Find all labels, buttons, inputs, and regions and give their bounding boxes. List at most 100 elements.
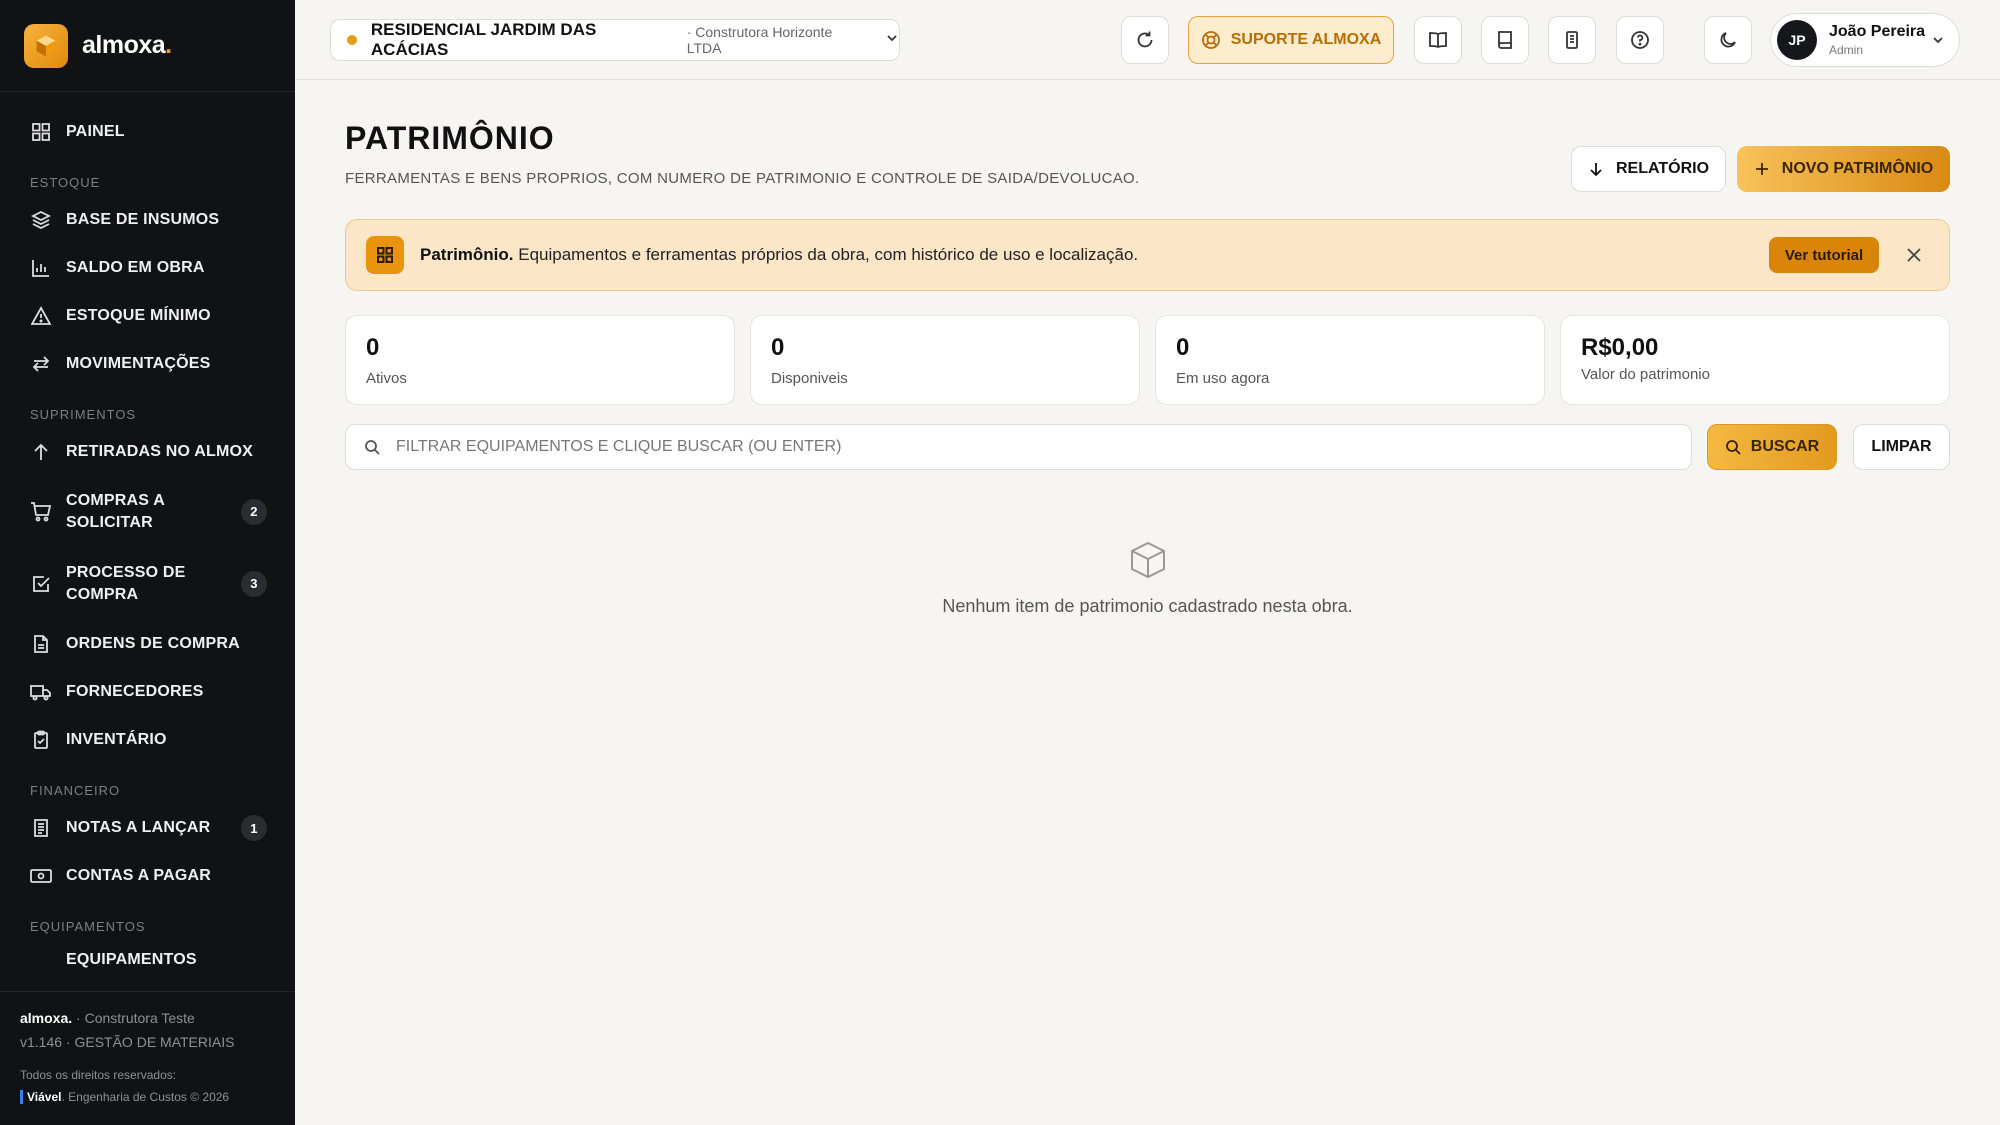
sidebar-item-contas-a-pagar[interactable]: CONTAS A PAGAR	[0, 852, 295, 900]
support-button[interactable]: SUPORTE ALMOXA	[1188, 16, 1394, 64]
search-icon	[1725, 439, 1741, 455]
count-badge: 3	[241, 571, 267, 597]
alert-triangle-icon	[30, 305, 52, 327]
arrows-icon	[30, 353, 52, 375]
banner-description: Equipamentos e ferramentas próprios da o…	[513, 245, 1139, 264]
book-icon	[1495, 30, 1515, 50]
stat-value: 0	[1176, 334, 1190, 361]
book-open-icon	[1428, 30, 1448, 50]
user-menu[interactable]: JP João Pereira Admin	[1770, 13, 1960, 67]
stat-label: Ativos	[366, 370, 407, 387]
search-input[interactable]	[396, 438, 1646, 456]
banner-title: Patrimônio.	[420, 245, 514, 264]
sidebar-item-ordens-de-compra[interactable]: ORDENS DE COMPRA	[0, 620, 295, 668]
book-open-button[interactable]	[1414, 16, 1462, 64]
close-icon[interactable]	[1905, 246, 1923, 264]
refresh-icon	[1135, 30, 1155, 50]
tool-icon	[30, 949, 52, 970]
truck-icon	[30, 681, 52, 703]
sidebar-item-label: INVENTÁRIO	[66, 731, 167, 748]
refresh-button[interactable]	[1121, 16, 1169, 64]
arrow-up-icon	[30, 441, 52, 463]
lifebuoy-icon	[1201, 30, 1221, 50]
box-icon	[345, 540, 1950, 580]
report-button[interactable]: RELATÓRIO	[1571, 146, 1726, 192]
new-asset-button[interactable]: NOVO PATRIMÔNIO	[1737, 146, 1950, 192]
status-dot	[347, 35, 357, 45]
cart-icon	[30, 501, 52, 523]
sidebar-item-estoque-minimo[interactable]: ESTOQUE MÍNIMO	[0, 292, 295, 340]
footer-version: v1.146 · GESTÃO DE MATERIAIS	[20, 1034, 235, 1050]
section-label-estoque: ESTOQUE	[30, 175, 101, 190]
search-button[interactable]: BUSCAR	[1707, 424, 1837, 470]
banknote-icon	[30, 865, 52, 887]
sidebar-item-label: ORDENS DE COMPRA	[66, 635, 240, 652]
footer-company: · Construtora Teste	[72, 1010, 195, 1026]
sidebar-footer: almoxa. · Construtora Teste v1.146 · GES…	[0, 991, 295, 1125]
sidebar-item-compras-a-solicitar[interactable]: COMPRAS A SOLICITAR 2	[0, 476, 295, 548]
layers-icon	[30, 209, 52, 231]
project-company: · Construtora Horizonte LTDA	[686, 24, 833, 56]
file-icon	[30, 633, 52, 655]
report-label: RELATÓRIO	[1615, 160, 1710, 177]
sidebar-item-saldo-em-obra[interactable]: SALDO EM OBRA	[0, 244, 295, 292]
footer-brand: almoxa.	[20, 1010, 73, 1026]
sidebar-item-label: ESTOQUE MÍNIMO	[66, 307, 211, 324]
sidebar: almoxa. PAINEL ESTOQUE BASE DE INSUMOS S…	[0, 0, 295, 1125]
logo[interactable]: almoxa.	[0, 0, 295, 92]
project-name: RESIDENCIAL JARDIM DAS ACÁCIAS	[370, 20, 597, 59]
sidebar-item-notas-a-lancar[interactable]: NOTAS A LANÇAR 1	[0, 804, 295, 852]
user-name: João Pereira	[1829, 23, 1926, 40]
sidebar-item-inventario[interactable]: INVENTÁRIO	[0, 716, 295, 764]
user-role: Admin	[1829, 43, 1864, 57]
sidebar-item-painel[interactable]: PAINEL	[0, 108, 295, 156]
footer-dev-text: . Engenharia de Custos © 2026	[61, 1090, 230, 1104]
section-label-financeiro: FINANCEIRO	[30, 783, 121, 798]
sidebar-item-processo-de-compra[interactable]: PROCESSO DE COMPRA 3	[0, 548, 295, 620]
project-selector[interactable]: RESIDENCIAL JARDIM DAS ACÁCIAS · Constru…	[330, 19, 900, 61]
section-label-suprimentos: SUPRIMENTOS	[30, 407, 137, 422]
book-button[interactable]	[1481, 16, 1529, 64]
help-circle-icon	[1630, 30, 1650, 50]
document-icon	[1562, 30, 1582, 50]
footer-dev-brand: Viável	[20, 1090, 62, 1104]
clipboard-icon	[30, 729, 52, 751]
arrow-down-icon	[1588, 161, 1604, 177]
banner-text: Patrimônio. Equipamentos e ferramentas p…	[420, 245, 1769, 265]
sidebar-item-fornecedores[interactable]: FORNECEDORES	[0, 668, 295, 716]
sidebar-item-label: SALDO EM OBRA	[66, 259, 205, 276]
grid-icon	[366, 236, 404, 274]
sidebar-item-label: PROCESSO DE COMPRA	[66, 564, 186, 603]
sidebar-item-base-de-insumos[interactable]: BASE DE INSUMOS	[0, 196, 295, 244]
box-logo-icon	[24, 23, 68, 68]
topbar: RESIDENCIAL JARDIM DAS ACÁCIAS · Constru…	[295, 0, 2000, 80]
sidebar-item-label: MOVIMENTAÇÕES	[66, 355, 211, 372]
stat-card-valor: R$0,00 Valor do patrimonio	[1560, 315, 1950, 405]
section-label-equipamentos: EQUIPAMENTOS	[30, 919, 146, 934]
theme-toggle-button[interactable]	[1704, 16, 1752, 64]
chevron-down-icon	[885, 31, 899, 50]
sidebar-item-movimentacoes[interactable]: MOVIMENTAÇÕES	[0, 340, 295, 388]
help-button[interactable]	[1616, 16, 1664, 64]
empty-state: Nenhum item de patrimonio cadastrado nes…	[345, 540, 1950, 617]
page-subtitle: FERRAMENTAS E BENS PROPRIOS, COM NUMERO …	[345, 170, 1140, 187]
clear-button[interactable]: LIMPAR	[1853, 424, 1950, 470]
stat-card-ativos: 0 Ativos	[345, 315, 735, 405]
search-icon	[364, 439, 380, 455]
search-box	[345, 424, 1692, 470]
sidebar-item-label: COMPRAS A SOLICITAR	[66, 492, 165, 531]
check-square-icon	[30, 573, 52, 595]
sidebar-nav: PAINEL ESTOQUE BASE DE INSUMOS SALDO EM …	[0, 92, 295, 992]
search-button-label: BUSCAR	[1750, 438, 1820, 455]
stat-label: Valor do patrimonio	[1581, 366, 1710, 383]
sidebar-item-label: NOTAS A LANÇAR	[66, 819, 211, 836]
moon-icon	[1718, 30, 1738, 50]
avatar: JP	[1777, 20, 1817, 60]
document-button[interactable]	[1548, 16, 1596, 64]
stat-value: R$0,00	[1581, 334, 1659, 361]
sidebar-item-label: BASE DE INSUMOS	[66, 211, 220, 228]
sidebar-item-label: PAINEL	[66, 123, 125, 140]
sidebar-item-retiradas[interactable]: RETIRADAS NO ALMOX	[0, 428, 295, 476]
sidebar-item-equipamentos[interactable]: EQUIPAMENTOS	[0, 940, 295, 970]
tutorial-button[interactable]: Ver tutorial	[1769, 237, 1879, 273]
